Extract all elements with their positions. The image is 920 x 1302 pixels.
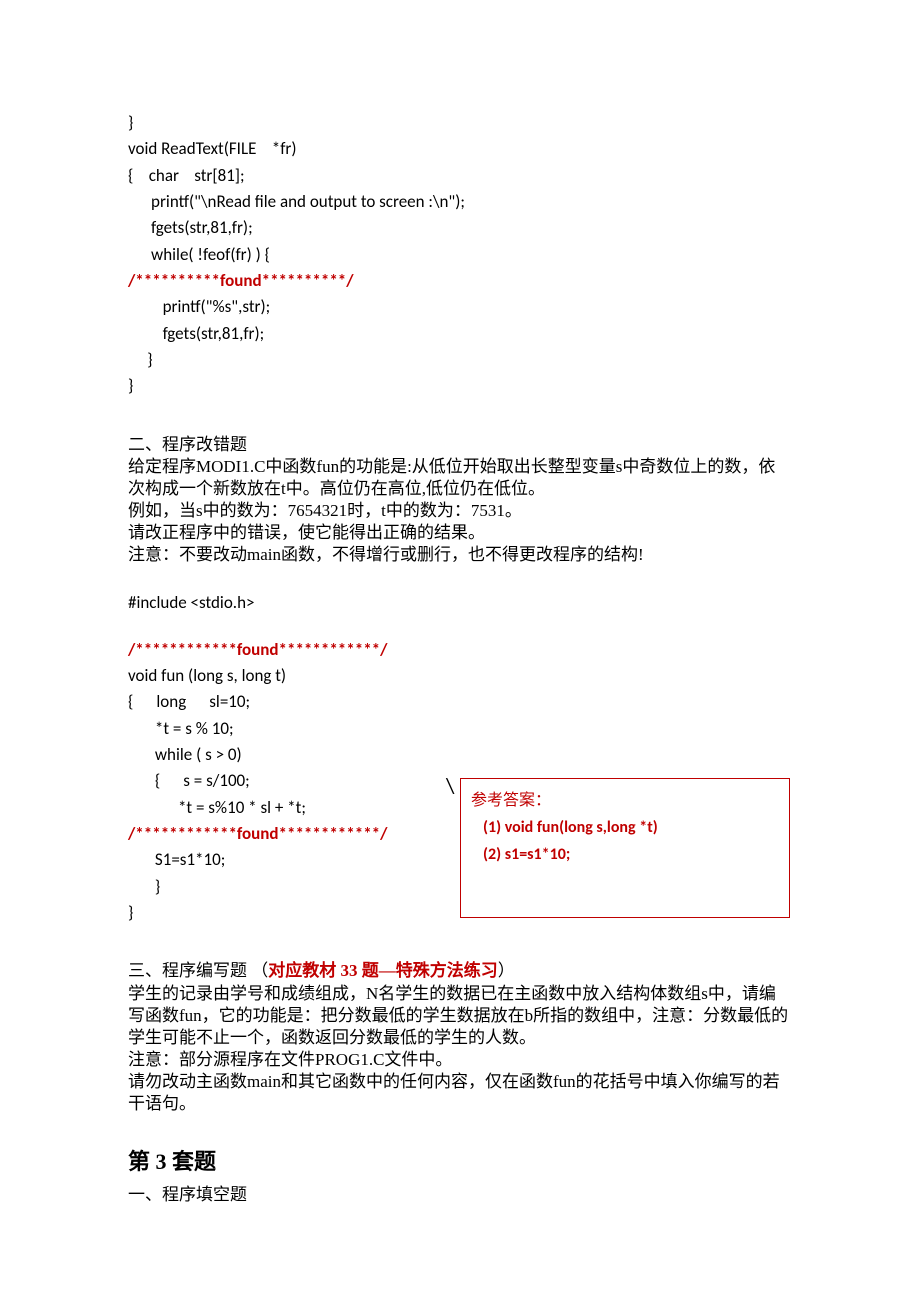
paragraph: 学生的记录由学号和成绩组成，N名学生的数据已在主函数中放入结构体数组s中，请编写… — [128, 983, 792, 1049]
code-line: while ( s > 0) — [128, 742, 792, 768]
paragraph: 给定程序MODI1.C中函数fun的功能是:从低位开始取出长整型变量s中奇数位上… — [128, 456, 792, 500]
paragraph: 例如，当s中的数为：7654321时，t中的数为：7531。 — [128, 500, 792, 522]
section-title: 二、程序改错题 — [128, 434, 792, 456]
found-marker: /**********found**********/ — [128, 268, 792, 294]
paragraph: 请勿改动主函数main和其它函数中的任何内容，仅在函数fun的花括号中填入你编写… — [128, 1071, 792, 1115]
found-marker: /************found************/ — [128, 637, 792, 663]
code-line: } — [128, 347, 792, 373]
code-line: fgets(str,81,fr); — [128, 321, 792, 347]
code-line: printf("%s",str); — [128, 294, 792, 320]
code-line: } — [128, 110, 792, 136]
paragraph: 注意：不要改动main函数，不得增行或删行，也不得更改程序的结构! — [128, 544, 792, 566]
section-title-c: ） — [498, 961, 515, 980]
heading-set3: 第 3 套题 — [128, 1145, 792, 1178]
code-line: *t = s % 10; — [128, 716, 792, 742]
section-title: 三、程序编写题 （对应教材 33 题—特殊方法练习） — [128, 960, 792, 982]
code-line: #include <stdio.h> — [128, 590, 792, 616]
section-title-a: 三、程序编写题 （ — [128, 961, 268, 980]
answer-line: (1) void fun(long s,long *t) — [483, 814, 779, 841]
code-line: { char str[81]; — [128, 163, 792, 189]
paragraph: 注意：部分源程序在文件PROG1.C文件中。 — [128, 1049, 792, 1071]
backslash-mark: \ — [446, 769, 455, 802]
code-line: while( !feof(fr) ) { — [128, 242, 792, 268]
paragraph: 请改正程序中的错误，使它能得出正确的结果。 — [128, 522, 792, 544]
answer-line: (2) s1=s1*10; — [483, 841, 779, 868]
code-line: void fun (long s, long t) — [128, 663, 792, 689]
code-line: void ReadText(FILE *fr) — [128, 136, 792, 162]
answer-title: 参考答案： — [471, 787, 779, 814]
code-line: } — [128, 373, 792, 399]
section-title-red: 对应教材 33 题—特殊方法练习 — [268, 961, 498, 980]
code-line: printf("\nRead file and output to screen… — [128, 189, 792, 215]
code-line: { long sl=10; — [128, 689, 792, 715]
code-line: fgets(str,81,fr); — [128, 215, 792, 241]
answer-box: 参考答案： (1) void fun(long s,long *t) (2) s… — [460, 778, 790, 918]
section-title: 一、程序填空题 — [128, 1184, 792, 1206]
